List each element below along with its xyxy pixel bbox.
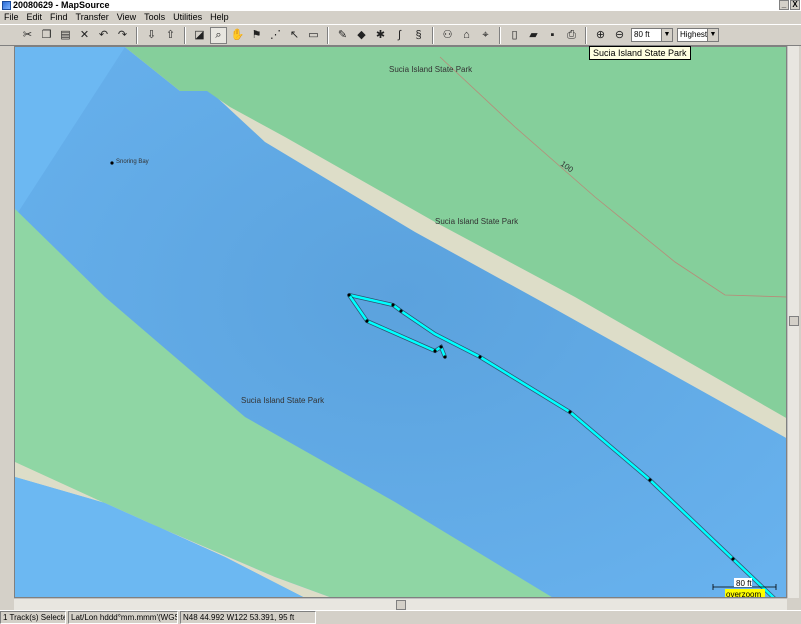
- track-join-icon[interactable]: §: [410, 27, 427, 44]
- chevron-down-icon[interactable]: ▼: [661, 29, 672, 41]
- poi-marker-icon[interactable]: [110, 161, 114, 165]
- window-title: 20080629 - MapSource: [13, 0, 110, 10]
- toolbar: ✂ ❐ ▤ ✕ ↶ ↷ ⇩ ⇧ ◪ ⌕ ✋ ⚑ ⋰ ↖ ▭ ✎ ◆ ✱ ∫ § …: [0, 24, 801, 46]
- overzoom-label: overzoom: [726, 590, 761, 598]
- track-split-icon[interactable]: ✱: [372, 27, 389, 44]
- zoom-scale-select[interactable]: 80 ft ▼: [631, 28, 673, 42]
- map-view[interactable]: 100 Sucia Island State Park Sucia Island…: [14, 46, 787, 598]
- route-tool-icon[interactable]: ⋰: [267, 27, 284, 44]
- window-controls: _ X: [779, 0, 800, 10]
- map-detail-value: Highest: [680, 30, 708, 39]
- menu-help[interactable]: Help: [206, 11, 233, 24]
- zoom-out-icon[interactable]: ⊖: [611, 27, 628, 44]
- track-point[interactable]: [391, 303, 395, 307]
- vertical-scroll-thumb[interactable]: [789, 316, 799, 326]
- menu-bar: File Edit Find Transfer View Tools Utili…: [0, 11, 801, 24]
- waypoint-tool-icon[interactable]: ⚑: [248, 27, 265, 44]
- toolbar-separator: [499, 26, 501, 44]
- track-point[interactable]: [439, 345, 443, 349]
- toolbar-separator: [136, 26, 138, 44]
- horizontal-scrollbar[interactable]: [14, 598, 787, 610]
- undo-icon[interactable]: ↶: [95, 27, 112, 44]
- chevron-down-icon[interactable]: ▼: [707, 29, 718, 41]
- cut-icon[interactable]: ✂: [19, 27, 36, 44]
- map-canvas[interactable]: 100 Sucia Island State Park Sucia Island…: [15, 47, 787, 598]
- title-bar: 20080629 - MapSource _ X: [0, 0, 801, 11]
- toolbar-separator: [432, 26, 434, 44]
- delete-icon[interactable]: ✕: [76, 27, 93, 44]
- menu-edit[interactable]: Edit: [23, 11, 47, 24]
- eraser-tool-icon[interactable]: ◆: [353, 27, 370, 44]
- toolbar-separator: [327, 26, 329, 44]
- park-label-top: Sucia Island State Park: [389, 65, 473, 74]
- mapsource-app-icon: [2, 1, 11, 10]
- status-bar: 1 Track(s) Selected Lat/Lon hddd°mm.mmm'…: [0, 610, 801, 624]
- status-position: N48 44.992 W122 53.391, 95 ft: [180, 611, 316, 624]
- track-point[interactable]: [399, 309, 403, 313]
- poi-label: Snoring Bay: [116, 159, 149, 165]
- send-to-device-icon[interactable]: ⇧: [162, 27, 179, 44]
- park-label-middle: Sucia Island State Park: [435, 217, 519, 226]
- highlight-tool-icon[interactable]: ✎: [334, 27, 351, 44]
- selection-tool-icon[interactable]: ↖: [286, 27, 303, 44]
- track-point[interactable]: [365, 319, 369, 323]
- zoom-scale-value: 80 ft: [634, 30, 650, 39]
- scale-label: 80 ft: [736, 579, 752, 588]
- redo-icon[interactable]: ↷: [114, 27, 131, 44]
- track-draw-icon[interactable]: ∫: [391, 27, 408, 44]
- find-places-icon[interactable]: ⌂: [458, 27, 475, 44]
- menu-file[interactable]: File: [0, 11, 23, 24]
- print-icon[interactable]: ⎙: [563, 27, 580, 44]
- map-detail-select[interactable]: Highest ▼: [677, 28, 719, 42]
- mapsource-window: 20080629 - MapSource _ X File Edit Find …: [0, 0, 801, 624]
- receive-from-device-icon[interactable]: ⇩: [143, 27, 160, 44]
- status-selection: 1 Track(s) Selected: [0, 611, 66, 624]
- menu-utilities[interactable]: Utilities: [169, 11, 206, 24]
- track-point[interactable]: [731, 557, 735, 561]
- toolbar-separator: [585, 26, 587, 44]
- track-point[interactable]: [478, 355, 482, 359]
- hand-tool-icon[interactable]: ✋: [229, 27, 246, 44]
- vertical-scrollbar[interactable]: [787, 46, 799, 598]
- status-coordinate-format: Lat/Lon hddd°mm.mmm'(WGS 84): [68, 611, 178, 624]
- minimize-button[interactable]: _: [779, 0, 789, 10]
- new-file-icon[interactable]: ▯: [506, 27, 523, 44]
- save-disk-icon[interactable]: ▪: [544, 27, 561, 44]
- horizontal-scroll-thumb[interactable]: [396, 600, 406, 610]
- find-address-icon[interactable]: ⌖: [477, 27, 494, 44]
- distance-tool-icon[interactable]: ▭: [305, 27, 322, 44]
- menu-tools[interactable]: Tools: [140, 11, 169, 24]
- find-binoculars-icon[interactable]: ⚇: [439, 27, 456, 44]
- track-point[interactable]: [443, 355, 447, 359]
- zoom-in-icon[interactable]: ⊕: [592, 27, 609, 44]
- toolbar-separator: [184, 26, 186, 44]
- open-folder-icon[interactable]: ▰: [525, 27, 542, 44]
- paste-icon[interactable]: ▤: [57, 27, 74, 44]
- map-tooltip: Sucia Island State Park: [589, 46, 691, 60]
- menu-transfer[interactable]: Transfer: [72, 11, 113, 24]
- track-point[interactable]: [648, 478, 652, 482]
- copy-icon[interactable]: ❐: [38, 27, 55, 44]
- track-point[interactable]: [347, 293, 351, 297]
- menu-view[interactable]: View: [113, 11, 140, 24]
- map-tool-icon[interactable]: ◪: [191, 27, 208, 44]
- zoom-tool-icon[interactable]: ⌕: [210, 26, 227, 44]
- close-button[interactable]: X: [790, 0, 800, 10]
- track-point[interactable]: [433, 349, 437, 353]
- track-point[interactable]: [568, 410, 572, 414]
- menu-find[interactable]: Find: [46, 11, 72, 24]
- park-label-lower: Sucia Island State Park: [241, 396, 325, 405]
